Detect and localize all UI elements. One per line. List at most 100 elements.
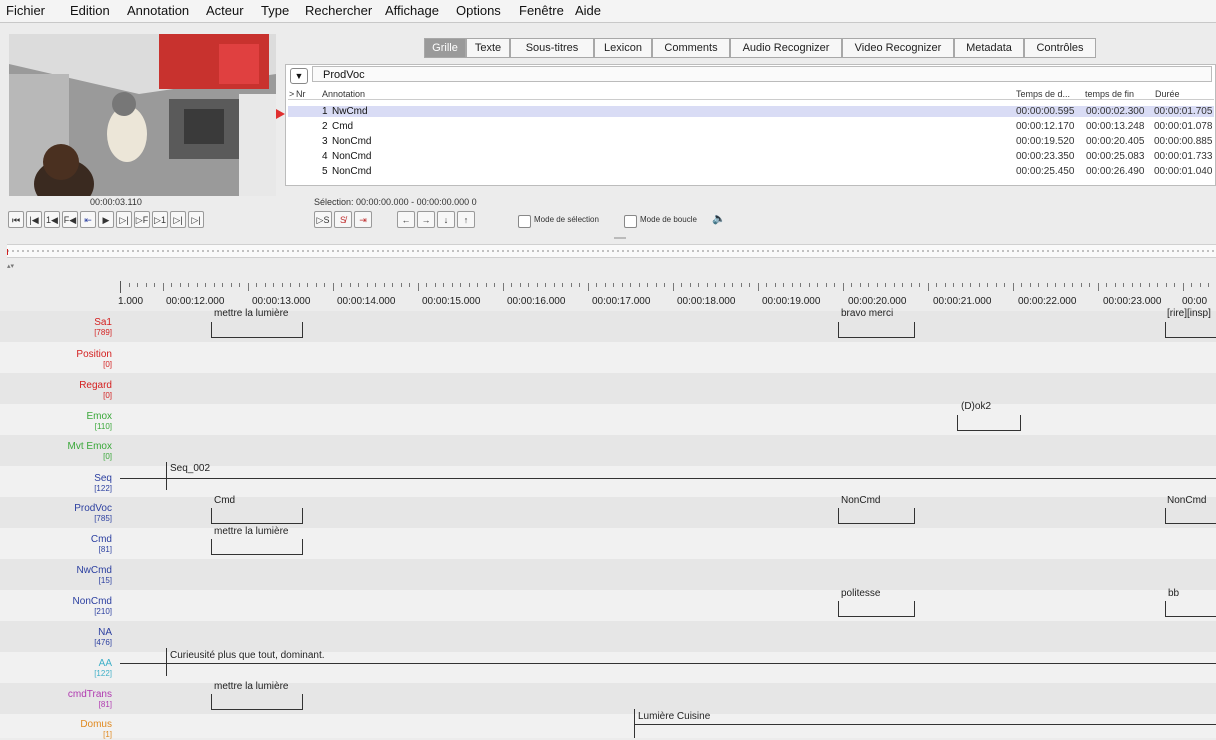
annotation-text[interactable]: politesse — [841, 588, 880, 599]
next-scroll-button[interactable]: ▷| — [170, 211, 186, 228]
tier-label-na[interactable]: NA [476] — [94, 628, 112, 648]
tier-label-cmdtrans[interactable]: cmdTrans [81] — [68, 690, 112, 710]
annotation-text[interactable]: NonCmd — [1167, 495, 1206, 506]
tab-audio-recognizer[interactable]: Audio Recognizer — [730, 38, 842, 58]
tier-label-sa1[interactable]: Sa1 [789] — [94, 318, 112, 338]
splitter-handle[interactable] — [614, 237, 626, 239]
tier-row[interactable] — [0, 342, 1216, 373]
next-frame-button[interactable]: ▷F — [134, 211, 150, 228]
tab-controles[interactable]: Contrôles — [1024, 38, 1096, 58]
tab-lexicon[interactable]: Lexicon — [594, 38, 652, 58]
menu-fenetre[interactable]: Fenêtre — [519, 3, 564, 18]
previous-second-button[interactable]: 1◀ — [44, 211, 60, 228]
next-ms-button[interactable]: ▷| — [116, 211, 132, 228]
tier-label-nwcmd[interactable]: NwCmd [15] — [76, 566, 112, 586]
tab-texte[interactable]: Texte — [466, 38, 510, 58]
volume-icon[interactable]: 🔈 — [712, 212, 726, 225]
menu-acteur[interactable]: Acteur — [206, 3, 244, 18]
tier-row[interactable] — [0, 497, 1216, 528]
tier-label-emox[interactable]: Emox [110] — [86, 412, 112, 432]
go-to-end-button[interactable]: ▷| — [188, 211, 204, 228]
menu-type[interactable]: Type — [261, 3, 289, 18]
menu-affichage[interactable]: Affichage — [385, 3, 439, 18]
tier-label-prodvoc[interactable]: ProdVoc [785] — [74, 504, 112, 524]
annotation-text[interactable]: bb — [1168, 588, 1179, 599]
menu-fichier[interactable]: Fichier — [6, 3, 45, 18]
overview-strip[interactable] — [6, 244, 1216, 258]
annotation-text[interactable]: Lumière Cuisine — [638, 711, 710, 722]
loop-mode-checkbox[interactable] — [624, 215, 637, 228]
menu-rechercher[interactable]: Rechercher — [305, 3, 372, 18]
tab-grille[interactable]: Grille — [424, 38, 466, 58]
tier-label-position[interactable]: Position [0] — [76, 350, 112, 370]
annotation-box[interactable] — [838, 322, 915, 338]
tier-dropdown-icon[interactable]: ▼ — [290, 68, 308, 84]
annotation-text[interactable]: mettre la lumière — [214, 526, 288, 537]
tab-sous-titres[interactable]: Sous-titres — [510, 38, 594, 58]
clear-selection-button[interactable]: S̸ — [334, 211, 352, 228]
tier-label-aa[interactable]: AA [122] — [94, 659, 112, 679]
annotation-box[interactable] — [1165, 322, 1216, 338]
tier-row[interactable] — [0, 714, 1216, 738]
tier-label-seq[interactable]: Seq [122] — [94, 474, 112, 494]
tier-label-domus[interactable]: Domus [1] — [80, 720, 112, 740]
annotation-text[interactable]: [rire][insp] — [1167, 308, 1211, 319]
tier-row[interactable] — [0, 590, 1216, 621]
tier-label-mvt-emox[interactable]: Mvt Emox [0] — [68, 442, 112, 462]
annotation-text[interactable]: (D)ok2 — [961, 401, 991, 412]
play-selection-button[interactable]: ▷S — [314, 211, 332, 228]
previous-scroll-button[interactable]: |◀ — [26, 211, 42, 228]
tier-label-regard[interactable]: Regard [0] — [79, 381, 112, 401]
annotation-box[interactable] — [1165, 508, 1216, 524]
tier-row[interactable] — [0, 683, 1216, 714]
annotation-text[interactable]: NonCmd — [841, 495, 880, 506]
annotation-box[interactable] — [957, 415, 1021, 431]
grid-row[interactable]: 5 NonCmd 00:00:25.450 00:00:26.490 00:00:01… — [288, 166, 1214, 177]
tier-row[interactable] — [0, 528, 1216, 559]
annotation-box[interactable] — [211, 539, 303, 555]
annotation-box[interactable] — [211, 694, 303, 710]
menu-options[interactable]: Options — [456, 3, 501, 18]
next-second-button[interactable]: ▷1 — [152, 211, 168, 228]
right-arrow-button[interactable]: → — [417, 211, 435, 228]
selection-boundary-button[interactable]: ⇥ — [354, 211, 372, 228]
tier-label-cmd[interactable]: Cmd [81] — [91, 535, 112, 555]
down-arrow-button[interactable]: ↓ — [437, 211, 455, 228]
go-to-begin-button[interactable]: ⏮ — [8, 211, 24, 228]
tab-video-recognizer[interactable]: Video Recognizer — [842, 38, 954, 58]
grid-row[interactable]: 4 NonCmd 00:00:23.350 00:00:25.083 00:00:01… — [288, 151, 1214, 162]
tab-comments[interactable]: Comments — [652, 38, 730, 58]
previous-ms-button[interactable]: ⇤ — [80, 211, 96, 228]
tier-select[interactable]: ProdVoc — [312, 66, 1212, 82]
tier-row[interactable] — [0, 311, 1216, 342]
menu-edition[interactable]: Edition — [70, 3, 110, 18]
video-viewer[interactable] — [9, 34, 276, 196]
tier-row[interactable] — [0, 404, 1216, 435]
annotation-text[interactable]: mettre la lumière — [214, 681, 288, 692]
tier-row[interactable] — [0, 373, 1216, 404]
grid-row[interactable]: 2 Cmd 00:00:12.170 00:00:13.248 00:00:01.07… — [288, 121, 1214, 132]
tier-label-noncmd[interactable]: NonCmd [210] — [73, 597, 112, 617]
annotation-text[interactable]: Curieusité plus que tout, dominant. — [170, 650, 325, 661]
play-button[interactable]: ▶ — [98, 211, 114, 228]
annotation-text[interactable]: Cmd — [214, 495, 235, 506]
up-arrow-button[interactable]: ↑ — [457, 211, 475, 228]
tier-row[interactable] — [0, 559, 1216, 590]
menu-annotation[interactable]: Annotation — [127, 3, 189, 18]
annotation-box[interactable] — [1165, 601, 1216, 617]
annotation-text[interactable]: bravo merci — [841, 308, 893, 319]
left-arrow-button[interactable]: ← — [397, 211, 415, 228]
annotation-text[interactable]: mettre la lumière — [214, 308, 288, 319]
selection-mode-checkbox[interactable] — [518, 215, 531, 228]
annotation-box[interactable] — [211, 508, 303, 524]
grid-row[interactable]: 3 NonCmd 00:00:19.520 00:00:20.405 00:00:00… — [288, 136, 1214, 147]
annotation-box[interactable] — [211, 322, 303, 338]
tier-row[interactable] — [0, 435, 1216, 466]
tier-row[interactable] — [0, 621, 1216, 652]
annotation-text[interactable]: Seq_002 — [170, 463, 210, 474]
tab-metadata[interactable]: Metadata — [954, 38, 1024, 58]
grid-row[interactable]: 1 NwCmd 00:00:00.595 00:00:02.300 00:00:01.… — [288, 106, 1214, 117]
annotation-box[interactable] — [838, 601, 915, 617]
annotation-box[interactable] — [838, 508, 915, 524]
previous-frame-button[interactable]: F◀ — [62, 211, 78, 228]
